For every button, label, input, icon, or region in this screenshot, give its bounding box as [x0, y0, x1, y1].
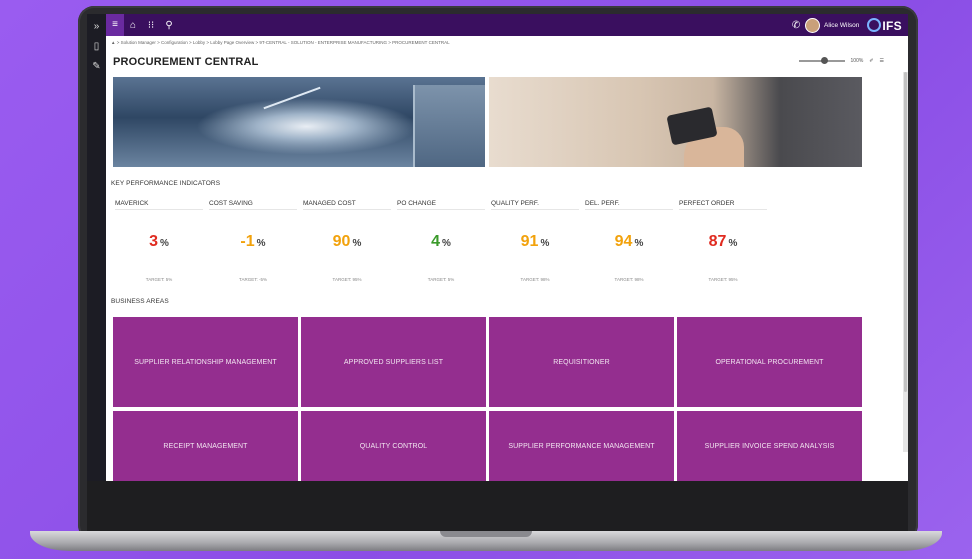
ifs-logo: IFS	[867, 17, 902, 33]
business-area-tile[interactable]: APPROVED SUPPLIERS LIST	[301, 317, 486, 407]
kpi-card[interactable]: PO CHANGE 4% TARGET: 5%	[397, 200, 485, 282]
kpi-unit: %	[256, 238, 266, 249]
breadcrumb[interactable]: ▲ > Solution Manager > Configuration > L…	[111, 40, 450, 45]
business-area-tile[interactable]: QUALITY CONTROL	[301, 411, 486, 481]
kpi-unit: %	[728, 238, 738, 249]
kpi-name: COST SAVING	[209, 200, 297, 210]
kpi-name: MANAGED COST	[303, 200, 391, 210]
pin-icon[interactable]: ✐	[869, 58, 873, 64]
business-area-label: RECEIPT MANAGEMENT	[163, 442, 248, 450]
business-area-tile[interactable]: RECEIPT MANAGEMENT	[113, 411, 298, 481]
laptop-bezel	[87, 481, 908, 531]
business-area-tile[interactable]: SUPPLIER INVOICE SPEND ANALYSIS	[677, 411, 862, 481]
expand-icon[interactable]: »	[87, 20, 106, 34]
pencil-icon[interactable]: ✎	[87, 60, 106, 74]
zoom-slider[interactable]	[798, 57, 845, 64]
user-name: Alice Wilson	[824, 21, 860, 29]
grid-icon[interactable]: ⁝⁝	[142, 20, 160, 31]
kpi-card[interactable]: MAVERICK 3% TARGET: 5%	[115, 200, 203, 282]
kpi-card[interactable]: QUALITY PERF. 91% TARGET: 98%	[491, 200, 579, 282]
business-area-label: QUALITY CONTROL	[359, 442, 428, 450]
kpi-value: 94%	[585, 233, 673, 251]
left-rail: » ▯ ✎	[87, 14, 106, 481]
kpi-name: PO CHANGE	[397, 200, 485, 210]
zoom-level: 100%	[850, 58, 864, 64]
kpi-value: 3%	[115, 233, 203, 251]
avatar	[805, 17, 821, 33]
home-icon[interactable]: ⌂	[124, 20, 142, 31]
page-title: PROCUREMENT CENTRAL	[113, 56, 259, 68]
kpi-card[interactable]: PERFECT ORDER 87% TARGET: 95%	[679, 200, 767, 282]
kpi-unit: %	[442, 238, 451, 249]
scrollbar-thumb[interactable]	[904, 72, 907, 392]
kpi-card[interactable]: COST SAVING -1% TARGET: -5%	[209, 200, 297, 282]
kpi-unit: %	[540, 238, 550, 249]
kpi-name: QUALITY PERF.	[491, 200, 579, 210]
kpi-number: 4	[431, 233, 440, 250]
kpi-name: PERFECT ORDER	[679, 200, 767, 210]
kpi-target: TARGET: 98%	[614, 277, 644, 282]
business-area-tile[interactable]: REQUISITIONER	[489, 317, 674, 407]
scrollbar[interactable]	[903, 72, 908, 452]
kpi-target: TARGET: 95%	[332, 277, 362, 282]
hero-image-phone	[489, 77, 862, 167]
kpi-target: TARGET: 5%	[145, 277, 173, 282]
top-bar: ≡ ⌂ ⁝⁝ ⚲ ✆ Alice Wilson IFS	[106, 14, 908, 36]
kpi-card[interactable]: DEL. PERF. 94% TARGET: 98%	[585, 200, 673, 282]
laptop-notch	[440, 531, 532, 537]
kpi-card[interactable]: MANAGED COST 90% TARGET: 95%	[303, 200, 391, 282]
kpi-value: 90%	[303, 233, 391, 251]
kpi-number: 87	[708, 233, 727, 250]
business-area-tile[interactable]: SUPPLIER RELATIONSHIP MANAGEMENT	[113, 317, 298, 407]
kpi-unit: %	[634, 238, 644, 249]
kpi-name: DEL. PERF.	[585, 200, 673, 210]
menu-icon[interactable]: ≡	[106, 14, 124, 36]
business-areas-heading: BUSINESS AREAS	[111, 298, 169, 305]
bookmark-icon[interactable]: ▯	[87, 40, 106, 54]
hero-image-tunnel	[113, 77, 485, 167]
zoom-control[interactable]: 100% ✐ ☰	[798, 57, 884, 64]
kpi-value: 91%	[491, 233, 579, 251]
kpi-number: -1	[240, 233, 255, 250]
kpi-target: TARGET: -5%	[239, 277, 267, 282]
zoom-knob[interactable]	[820, 57, 828, 64]
kpi-target: TARGET: 98%	[520, 277, 550, 282]
business-area-tile[interactable]: SUPPLIER PERFORMANCE MANAGEMENT	[489, 411, 674, 481]
screen: » ▯ ✎ ≡ ⌂ ⁝⁝ ⚲ ✆ Alice Wilson IFS ▲ > So…	[87, 14, 908, 481]
user-menu[interactable]: Alice Wilson	[805, 17, 860, 33]
business-area-label: SUPPLIER PERFORMANCE MANAGEMENT	[508, 442, 655, 450]
kpi-unit: %	[160, 238, 169, 249]
truck-image	[413, 85, 485, 167]
kpi-number: 3	[149, 233, 158, 250]
business-area-label: APPROVED SUPPLIERS LIST	[343, 358, 444, 366]
kpi-value: -1%	[209, 233, 297, 251]
settings-icon[interactable]: ☰	[880, 58, 884, 64]
kpi-number: 91	[520, 233, 539, 250]
business-area-label: OPERATIONAL PROCUREMENT	[715, 358, 824, 366]
kpi-target: TARGET: 95%	[708, 277, 738, 282]
kpi-value: 87%	[679, 233, 767, 251]
phone-icon[interactable]: ✆	[787, 20, 805, 31]
kpi-number: 94	[614, 233, 633, 250]
business-area-label: SUPPLIER RELATIONSHIP MANAGEMENT	[134, 358, 277, 366]
kpi-unit: %	[352, 238, 362, 249]
business-area-tile[interactable]: OPERATIONAL PROCUREMENT	[677, 317, 862, 407]
search-icon[interactable]: ⚲	[160, 20, 178, 31]
kpi-number: 90	[332, 233, 351, 250]
kpi-name: MAVERICK	[115, 200, 203, 210]
kpi-target: TARGET: 5%	[427, 277, 455, 282]
business-area-label: REQUISITIONER	[553, 358, 610, 366]
business-area-label: SUPPLIER INVOICE SPEND ANALYSIS	[704, 442, 835, 450]
logo-ring-icon	[867, 17, 882, 32]
kpi-value: 4%	[397, 233, 485, 251]
kpi-heading: KEY PERFORMANCE INDICATORS	[111, 180, 221, 187]
